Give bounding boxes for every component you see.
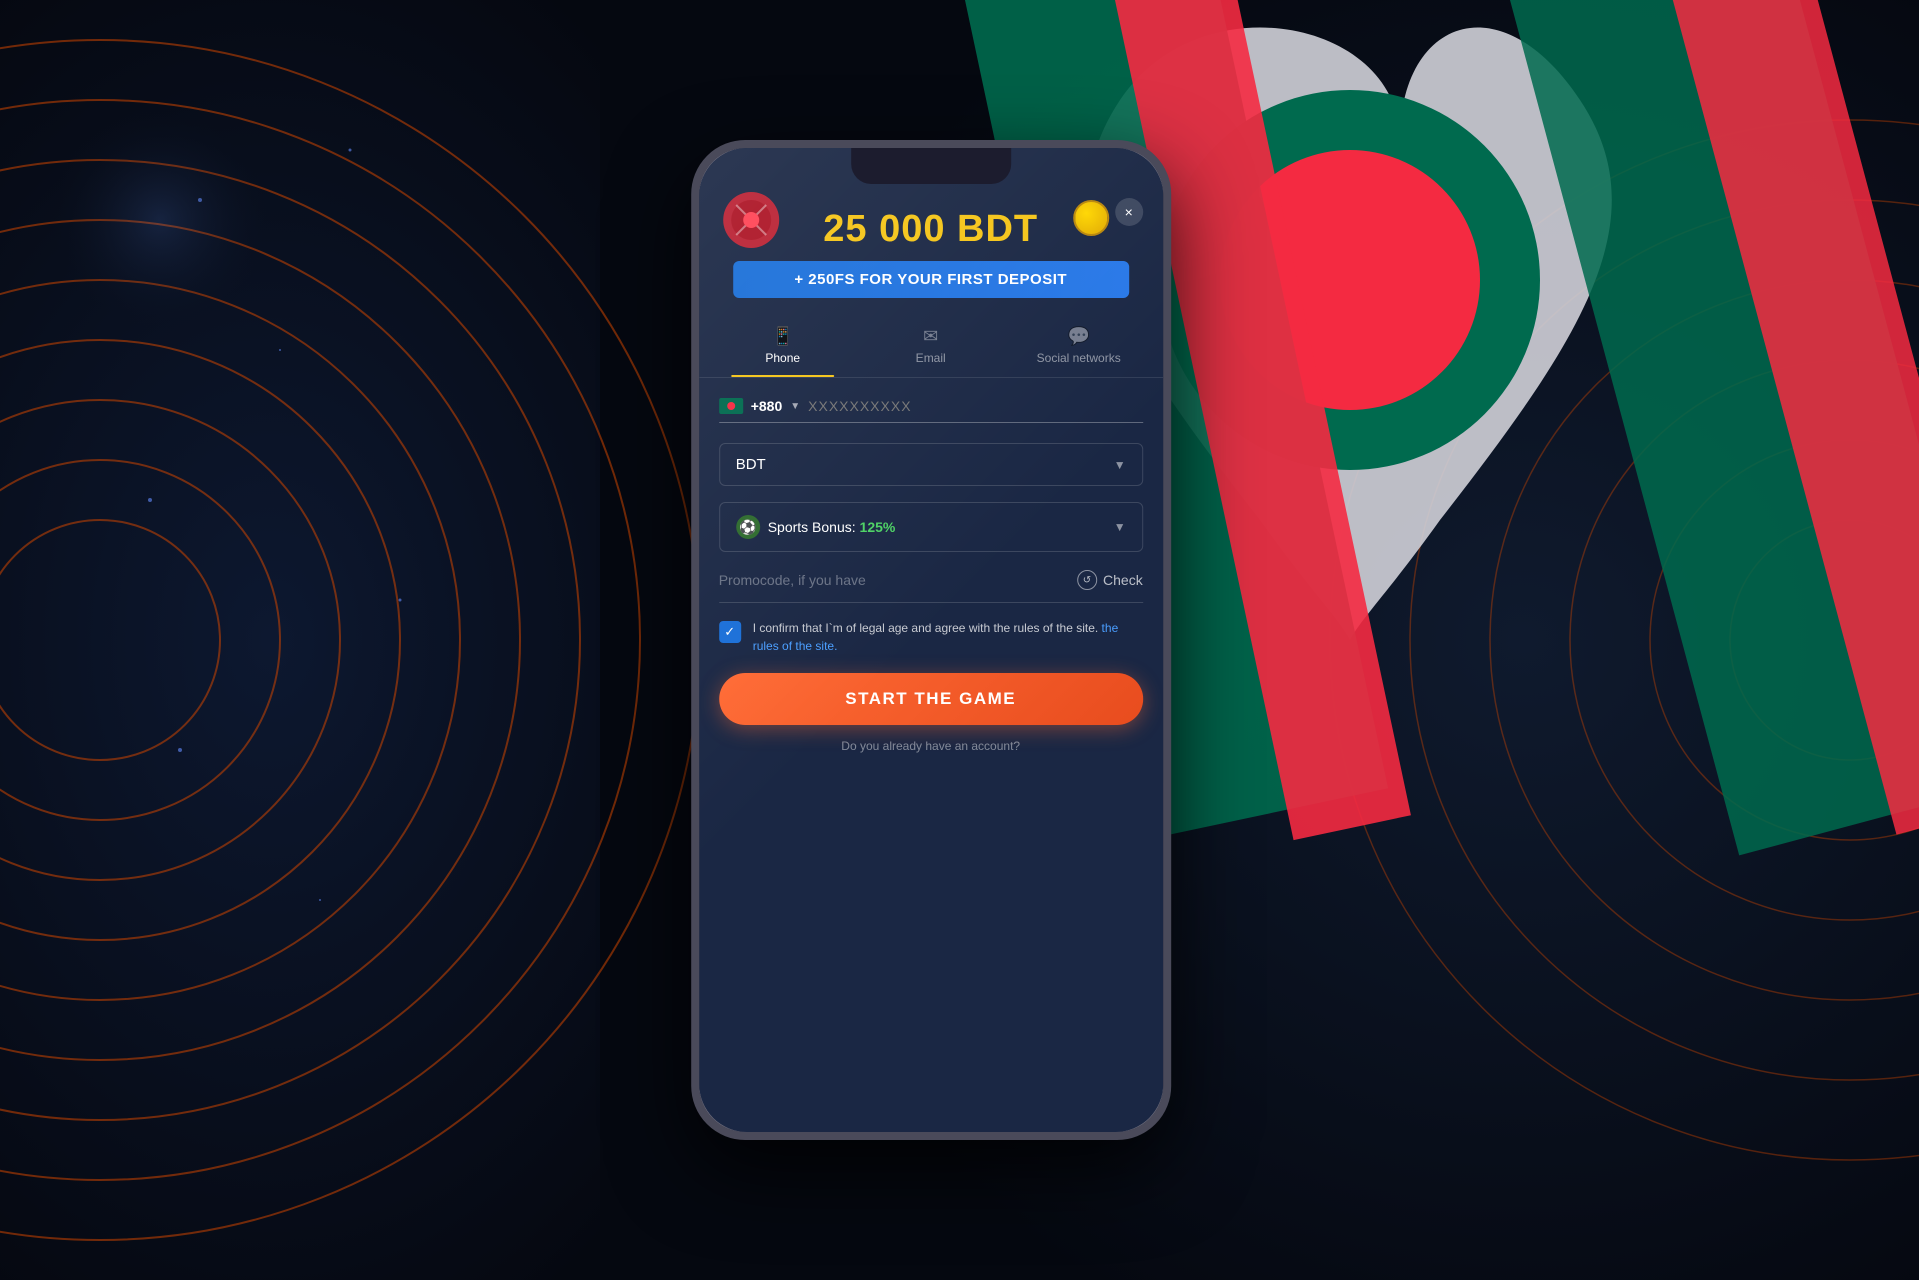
bonus-percent: 125% [860,519,896,535]
bottom-text: Do you already have an account? [719,739,1143,763]
tab-phone-label: Phone [765,351,800,365]
country-code: +880 [751,398,783,414]
tab-email-label: Email [916,351,946,365]
agree-text: I confirm that I`m of legal age and agre… [753,619,1143,655]
country-dropdown-arrow[interactable]: ▼ [790,401,800,412]
tab-social-label: Social networks [1037,351,1121,365]
agree-row: ✓ I confirm that I`m of legal age and ag… [719,619,1143,655]
phone-notch [851,148,1011,184]
phone-side-button [1167,348,1171,418]
close-button[interactable]: × [1115,198,1143,226]
phone-screen: 25 000 BDT + 250FS FOR YOUR FIRST DEPOSI… [699,148,1163,1132]
currency-value: BDT [736,456,766,473]
country-flag [719,398,743,414]
check-icon: ↺ [1077,570,1097,590]
phone-frame: 25 000 BDT + 250FS FOR YOUR FIRST DEPOSI… [691,140,1171,1140]
currency-dropdown-arrow: ▼ [1114,458,1126,472]
bonus-label: Sports Bonus: 125% [768,519,1106,535]
social-tab-icon: 💬 [1067,326,1089,347]
coin-decoration [1073,200,1109,236]
phone-number-input[interactable] [808,398,1143,414]
check-label: Check [1103,572,1143,588]
tab-email[interactable]: ✉ Email [857,314,1005,377]
form-area: +880 ▼ BDT ▼ ⚽ Sports Bonus: 125% ▼ [699,378,1163,783]
bonus-icon: ⚽ [736,515,760,539]
start-game-button[interactable]: START THE GAME [719,673,1143,725]
bonus-select[interactable]: ⚽ Sports Bonus: 125% ▼ [719,502,1143,552]
phone-mockup: 25 000 BDT + 250FS FOR YOUR FIRST DEPOSI… [691,140,1171,1140]
tab-phone[interactable]: 📱 Phone [709,314,857,377]
flag-circle [727,402,735,410]
chip-decoration [721,190,781,250]
promo-placeholder[interactable]: Promocode, if you have [719,572,866,588]
promo-row: Promocode, if you have ↺ Check [719,570,1143,603]
check-button[interactable]: ↺ Check [1077,570,1143,590]
agree-checkbox[interactable]: ✓ [719,621,741,643]
phone-input-row: +880 ▼ [719,398,1143,423]
agree-text-main: I confirm that I`m of legal age and agre… [753,621,1099,635]
tab-social[interactable]: 💬 Social networks [1005,314,1153,377]
phone-tab-icon: 📱 [771,326,793,347]
email-tab-icon: ✉ [923,326,938,347]
bonus-banner: + 250FS FOR YOUR FIRST DEPOSIT [733,261,1129,298]
currency-select[interactable]: BDT ▼ [719,443,1143,486]
tabs-row: 📱 Phone ✉ Email 💬 Social networks [699,314,1163,378]
bonus-dropdown-arrow: ▼ [1114,520,1126,534]
bonus-label-text: Sports Bonus: [768,519,856,535]
